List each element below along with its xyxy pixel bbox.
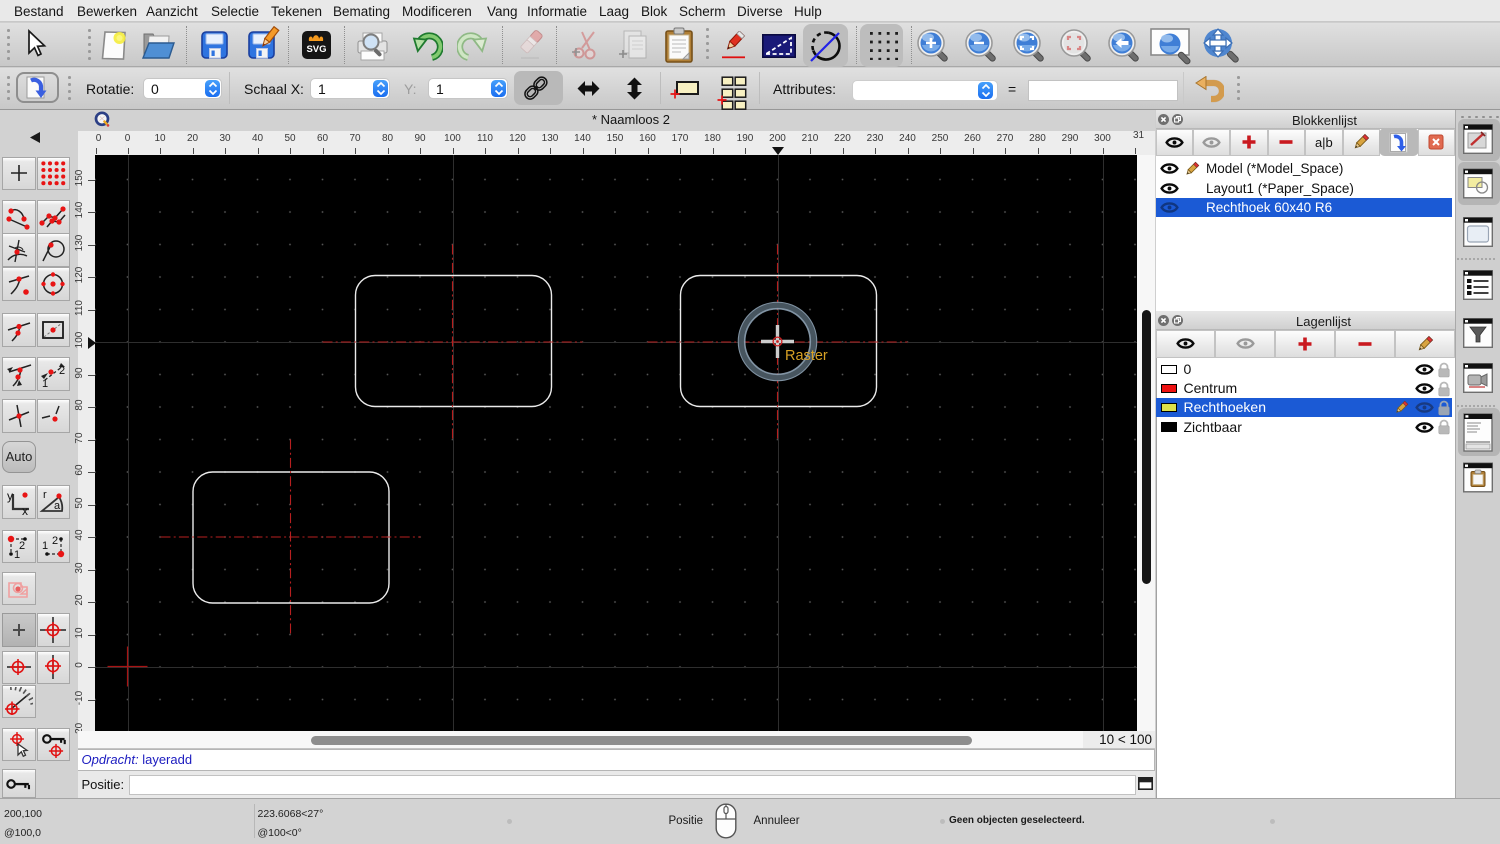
svg-text:a: a <box>54 500 61 512</box>
svg-text:r: r <box>43 489 47 501</box>
svg-text:Raster: Raster <box>785 348 828 364</box>
svg-text:1: 1 <box>42 540 48 552</box>
svg-text:y: y <box>7 489 13 503</box>
svg-text:1: 1 <box>42 378 48 388</box>
svg-text:SVG: SVG <box>306 44 326 55</box>
svg-text:2: 2 <box>19 540 25 552</box>
svg-text:2: 2 <box>52 535 58 547</box>
svg-text:2: 2 <box>59 365 65 377</box>
svg-text:x: x <box>22 504 28 516</box>
